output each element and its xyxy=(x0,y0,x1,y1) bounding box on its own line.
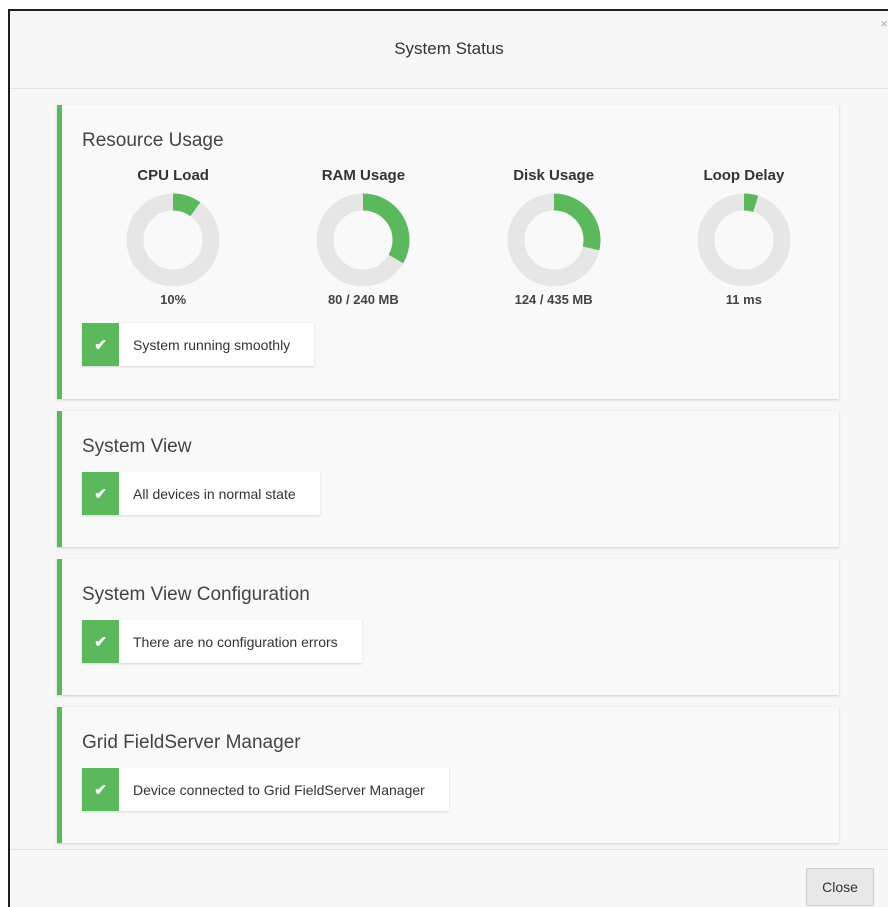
gauge-track xyxy=(126,193,220,287)
system-view-title: System View xyxy=(82,436,192,457)
dialog-body: Resource Usage CPU Load 10% RAM Usage 80… xyxy=(57,105,839,855)
grid-manager-status-badge: ✔ Device connected to Grid FieldServer M… xyxy=(82,768,449,811)
loop-delay-donut xyxy=(697,193,791,287)
check-icon: ✔ xyxy=(82,768,119,811)
gauge-value: 80 / 240 MB xyxy=(327,292,399,307)
resource-usage-card: Resource Usage CPU Load 10% RAM Usage 80… xyxy=(57,105,839,399)
gauge-loop-delay: Loop Delay 11 ms xyxy=(649,167,839,307)
gauge-label: Loop Delay xyxy=(703,167,785,184)
gauge-value: 11 ms xyxy=(725,292,762,307)
grid-fieldserver-manager-card: Grid FieldServer Manager ✔ Device connec… xyxy=(57,707,839,843)
dialog-footer: Close xyxy=(10,849,888,907)
gauge-disk-usage: Disk Usage 124 / 435 MB xyxy=(459,167,649,307)
system-view-status-badge: ✔ All devices in normal state xyxy=(82,472,320,515)
gauge-label: Disk Usage xyxy=(513,167,595,184)
status-text: All devices in normal state xyxy=(133,485,296,502)
resource-status-badge: ✔ System running smoothly xyxy=(82,323,315,366)
gauge-value: 10% xyxy=(160,292,187,307)
close-icon[interactable]: × xyxy=(880,17,888,30)
status-text: There are no configuration errors xyxy=(133,633,338,650)
gauge-label: CPU Load xyxy=(137,167,209,184)
disk-usage-donut xyxy=(507,193,601,287)
close-button[interactable]: Close xyxy=(806,868,874,906)
status-text: Device connected to Grid FieldServer Man… xyxy=(133,781,425,798)
gauge-ram-usage: RAM Usage 80 / 240 MB xyxy=(268,167,458,307)
dialog-title: System Status xyxy=(394,38,504,58)
gauge-cpu-load: CPU Load 10% xyxy=(78,167,268,307)
check-icon: ✔ xyxy=(82,620,119,663)
check-icon: ✔ xyxy=(82,323,119,366)
configuration-status-badge: ✔ There are no configuration errors xyxy=(82,620,362,663)
grid-fieldserver-manager-title: Grid FieldServer Manager xyxy=(82,732,301,753)
gauge-track xyxy=(697,193,791,287)
dialog-header: System Status xyxy=(10,11,888,89)
system-view-configuration-card: System View Configuration ✔ There are no… xyxy=(57,559,839,695)
cpu-load-donut xyxy=(126,193,220,287)
ram-usage-donut xyxy=(316,193,410,287)
resource-usage-title: Resource Usage xyxy=(82,130,224,151)
gauge-label: RAM Usage xyxy=(321,167,406,184)
gauge-value: 124 / 435 MB xyxy=(514,292,593,307)
system-status-dialog: × System Status Resource Usage CPU Load … xyxy=(8,9,888,907)
system-view-configuration-title: System View Configuration xyxy=(82,584,310,605)
system-view-card: System View ✔ All devices in normal stat… xyxy=(57,411,839,547)
gauge-row: CPU Load 10% RAM Usage 80 / 240 MB Disk … xyxy=(78,167,839,307)
status-text: System running smoothly xyxy=(133,336,291,353)
check-icon: ✔ xyxy=(82,472,119,515)
